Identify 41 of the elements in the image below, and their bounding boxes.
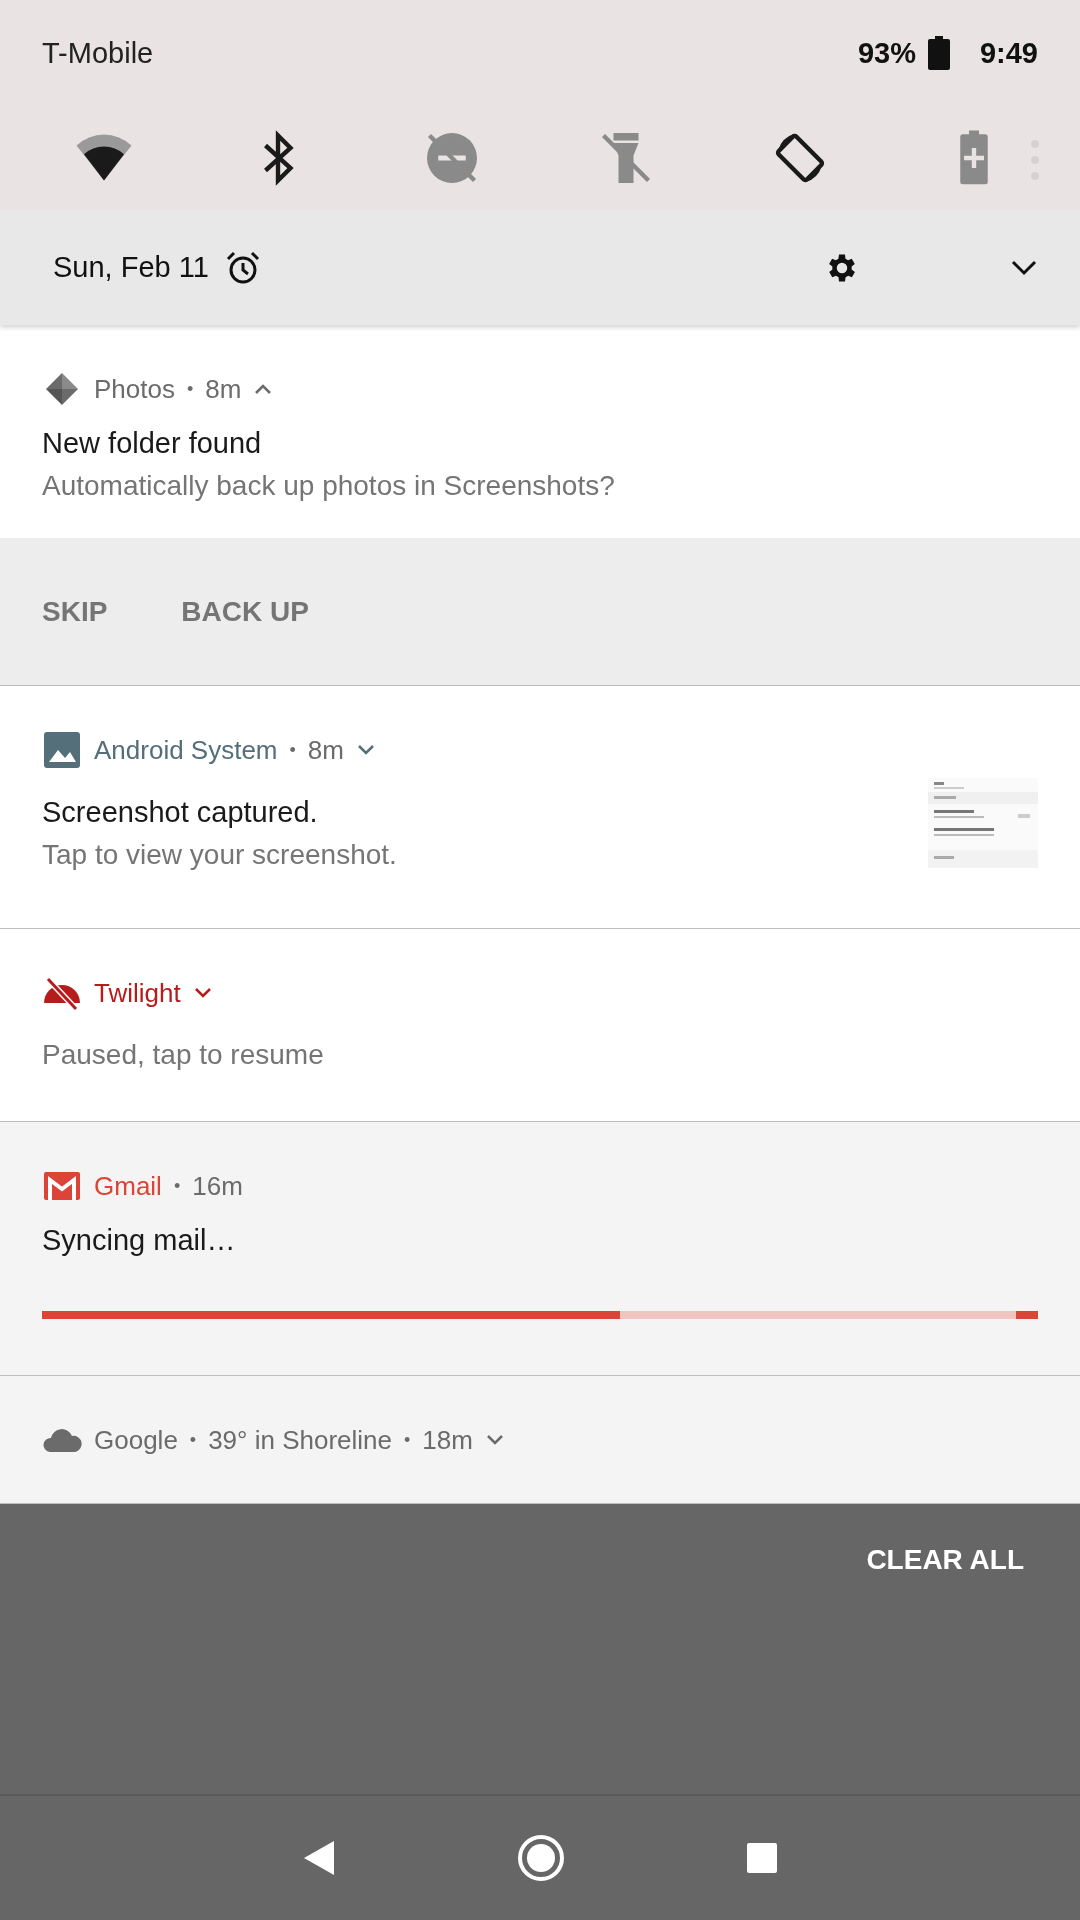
- app-name: Google: [94, 1424, 178, 1456]
- header-detail: 8m: [205, 373, 242, 405]
- clear-all-button[interactable]: CLEAR ALL: [866, 1544, 1024, 1576]
- image-icon: [42, 730, 82, 770]
- notification-title: New folder found: [42, 427, 263, 460]
- date-label: Sun, Feb 11: [53, 251, 209, 284]
- notification-card[interactable]: Google • 39° in Shoreline • 18m: [0, 1376, 1080, 1504]
- app-name: Photos: [94, 373, 175, 405]
- expand-chevron-icon[interactable]: [1010, 258, 1038, 277]
- header-detail: 8m: [307, 734, 344, 766]
- action-button[interactable]: BACK UP: [181, 595, 309, 628]
- separator-dot: •: [173, 1175, 181, 1197]
- app-name: Twilight: [94, 977, 181, 1009]
- notification-text: Tap to view your screenshot.: [42, 838, 397, 871]
- alarm-icon[interactable]: [224, 249, 261, 286]
- notification-card[interactable]: Twilight Paused, tap to resume: [0, 929, 1080, 1122]
- back-icon[interactable]: [302, 1839, 336, 1877]
- app-name: Android System: [94, 734, 278, 766]
- expand-chevron-icon[interactable]: [192, 986, 213, 1000]
- battery-percent: 93%: [857, 36, 916, 70]
- header-detail: 16m: [192, 1170, 243, 1202]
- battery-icon: [927, 36, 950, 70]
- separator-dot: •: [189, 1429, 197, 1451]
- separator-dot: •: [289, 739, 296, 761]
- notification-card[interactable]: Android System • 8m Screenshot captured. Tap to view your screenshot.: [0, 686, 1080, 929]
- notification-card[interactable]: Gmail • 16m Syncing mail…: [0, 1122, 1080, 1376]
- notification-title: Screenshot captured.: [42, 795, 319, 829]
- notification-title: Syncing mail…: [42, 1224, 236, 1257]
- recents-icon[interactable]: [746, 1842, 778, 1874]
- home-icon[interactable]: [516, 1833, 566, 1883]
- notification-text: Automatically back up photos in Screenshots?: [42, 470, 615, 502]
- separator-dot: •: [404, 1429, 411, 1451]
- notification-card[interactable]: Photos • 8m New folder found Automatically back up photos in Screenshots? SKIP BACK UP: [0, 325, 1080, 686]
- header-detail: 18m: [422, 1424, 473, 1456]
- clock: 9:49: [979, 36, 1038, 70]
- header-detail: 39° in Shoreline: [208, 1424, 392, 1456]
- carrier-name: T-Mobile: [42, 36, 154, 70]
- action-button[interactable]: SKIP: [42, 595, 108, 628]
- app-name: Gmail: [94, 1170, 162, 1202]
- notification-text: Paused, tap to resume: [42, 1039, 324, 1071]
- separator-dot: •: [186, 378, 194, 400]
